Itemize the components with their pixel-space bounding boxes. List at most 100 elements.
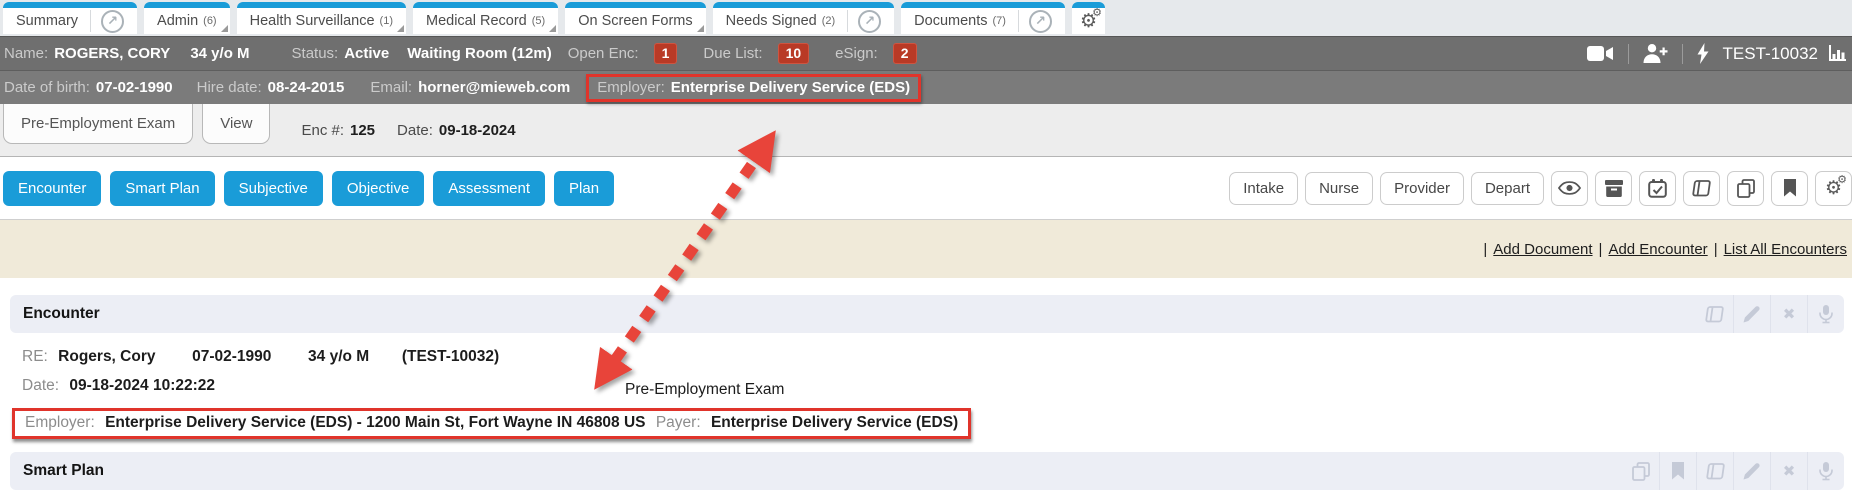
pipe-separator: | — [1714, 241, 1718, 258]
settings-gear-icon: ⚙⚙ — [1080, 12, 1097, 31]
tab-label: Health Surveillance — [250, 13, 375, 29]
due-list-badge[interactable]: 10 — [778, 43, 810, 64]
view-visibility-button[interactable] — [1551, 171, 1588, 206]
book-icon[interactable] — [1696, 295, 1733, 333]
demographics-bar: Date of birth: 07-02-1990 Hire date: 08-… — [0, 70, 1852, 104]
encounter-date-value: 09-18-2024 10:22:22 — [69, 377, 215, 394]
book-icon[interactable] — [1696, 452, 1733, 490]
open-enc-badge[interactable]: 1 — [654, 43, 678, 64]
tab-health-surveillance[interactable]: Health Surveillance (1) — [237, 2, 406, 34]
add-document-link[interactable]: Add Document — [1493, 241, 1592, 258]
patient-age-sex: 34 y/o M — [190, 45, 249, 62]
close-icon[interactable]: ✖ — [1770, 295, 1807, 333]
settings-gear-icon: ⚙⚙ — [1825, 179, 1842, 198]
encounter-date-label: Date: — [22, 377, 59, 394]
encounter-employer-label: Employer: — [25, 414, 95, 431]
encounter-panel-title: Encounter — [23, 305, 100, 323]
encounter-settings-button[interactable]: ⚙⚙ — [1815, 171, 1852, 206]
eye-icon — [1558, 181, 1581, 195]
archive-button[interactable] — [1595, 171, 1632, 206]
hire-date-value: 08-24-2015 — [268, 79, 345, 96]
hire-date-label: Hire date: — [197, 79, 262, 96]
tab-divider — [847, 10, 848, 32]
microphone-icon[interactable] — [1807, 295, 1844, 333]
section-button-encounter[interactable]: Encounter — [3, 171, 101, 206]
smart-plan-panel-icons: ✖ — [1622, 452, 1844, 490]
section-button-smart-plan[interactable]: Smart Plan — [110, 171, 214, 206]
employer-payer-highlight-annotation: Employer: Enterprise Delivery Service (E… — [12, 408, 971, 439]
tab-divider — [1018, 10, 1019, 32]
divider — [1628, 44, 1629, 64]
edit-pencil-icon[interactable] — [1733, 452, 1770, 490]
tab-admin[interactable]: Admin (6) — [144, 2, 230, 34]
chart-book-button[interactable] — [1683, 171, 1720, 206]
tab-label: Summary — [16, 13, 78, 29]
tab-summary[interactable]: Summary ↗ — [3, 2, 137, 34]
status-label: Status: — [292, 45, 339, 62]
section-button-plan[interactable]: Plan — [554, 171, 614, 206]
encounter-links-strip: | Add Document | Add Encounter | List Al… — [0, 220, 1852, 278]
stage-button-nurse[interactable]: Nurse — [1305, 172, 1373, 205]
smart-plan-panel: Smart Plan ✖ — [10, 452, 1844, 490]
encounter-nav-row: Encounter Smart Plan Subjective Objectiv… — [0, 157, 1852, 220]
section-button-subjective[interactable]: Subjective — [224, 171, 323, 206]
copy-pages-icon[interactable] — [1622, 452, 1659, 490]
bookmark-button[interactable] — [1771, 171, 1808, 206]
tab-label: Needs Signed — [726, 13, 817, 29]
tab-label: Admin — [157, 13, 198, 29]
calendar-check-icon — [1648, 179, 1667, 198]
stage-button-provider[interactable]: Provider — [1380, 172, 1464, 205]
encounter-panel: Encounter ✖ RE: Rogers, Cory 07-02-1990 … — [10, 295, 1844, 439]
section-button-assessment[interactable]: Assessment — [433, 171, 545, 206]
enc-number-value: 125 — [350, 122, 375, 139]
encounter-panel-header: Encounter ✖ — [10, 295, 1844, 333]
add-encounter-link[interactable]: Add Encounter — [1608, 241, 1707, 258]
tab-medical-record[interactable]: Medical Record (5) — [413, 2, 558, 34]
stage-button-depart[interactable]: Depart — [1471, 172, 1544, 205]
encounter-re-line: RE: Rogers, Cory 07-02-1990 34 y/o M (TE… — [22, 348, 1844, 366]
tab-settings-button[interactable]: ⚙⚙ — [1072, 2, 1105, 34]
re-patient-name: Rogers, Cory — [58, 348, 155, 365]
re-label: RE: — [22, 348, 48, 365]
encounter-date-line: Date: 09-18-2024 10:22:22 Pre-Employment… — [22, 377, 1844, 395]
open-enc-label: Open Enc: — [568, 45, 639, 62]
open-new-window-icon[interactable]: ↗ — [101, 10, 124, 33]
tab-label: Medical Record — [426, 13, 527, 29]
lightning-bolt-icon[interactable] — [1697, 43, 1709, 64]
open-new-window-icon[interactable]: ↗ — [858, 10, 881, 33]
view-button[interactable]: View — [202, 104, 270, 144]
schedule-button[interactable] — [1639, 171, 1676, 206]
video-camera-icon[interactable] — [1587, 45, 1614, 62]
chart-tab-bar: Summary ↗ Admin (6) Health Surveillance … — [0, 0, 1852, 36]
tab-on-screen-forms[interactable]: On Screen Forms — [565, 2, 705, 34]
tab-count: (6) — [203, 15, 216, 27]
chart-id: TEST-10032 — [1723, 44, 1818, 64]
patient-location: Waiting Room (12m) — [407, 45, 551, 62]
close-icon[interactable]: ✖ — [1770, 452, 1807, 490]
bookmark-icon[interactable] — [1659, 452, 1696, 490]
open-new-window-icon[interactable]: ↗ — [1029, 10, 1052, 33]
name-label: Name: — [4, 45, 48, 62]
edit-pencil-icon[interactable] — [1733, 295, 1770, 333]
encounter-payer-value: Enterprise Delivery Service (EDS) — [711, 414, 958, 431]
copy-button[interactable] — [1727, 171, 1764, 206]
add-person-icon[interactable] — [1643, 44, 1668, 63]
exam-type-button[interactable]: Pre-Employment Exam — [3, 104, 193, 144]
encounter-body: RE: Rogers, Cory 07-02-1990 34 y/o M (TE… — [10, 333, 1844, 439]
re-dob: 07-02-1990 — [192, 348, 271, 365]
microphone-icon[interactable] — [1807, 452, 1844, 490]
chart-graph-icon[interactable] — [1828, 45, 1846, 63]
enc-date-value: 09-18-2024 — [439, 122, 516, 139]
list-all-encounters-link[interactable]: List All Encounters — [1724, 241, 1847, 258]
dob-label: Date of birth: — [4, 79, 90, 96]
tab-needs-signed[interactable]: Needs Signed (2) ↗ — [713, 2, 895, 34]
archive-box-icon — [1605, 180, 1623, 197]
patient-header-bar: Name: ROGERS, CORY 34 y/o M Status: Acti… — [0, 36, 1852, 70]
re-chart-id: (TEST-10032) — [402, 348, 499, 365]
section-button-objective[interactable]: Objective — [332, 171, 425, 206]
esign-badge[interactable]: 2 — [893, 43, 917, 64]
stage-button-intake[interactable]: Intake — [1229, 172, 1298, 205]
encounter-exam-type: Pre-Employment Exam — [625, 381, 784, 399]
tab-documents[interactable]: Documents (7) ↗ — [901, 2, 1065, 34]
encounter-payer-label: Payer: — [656, 414, 701, 431]
